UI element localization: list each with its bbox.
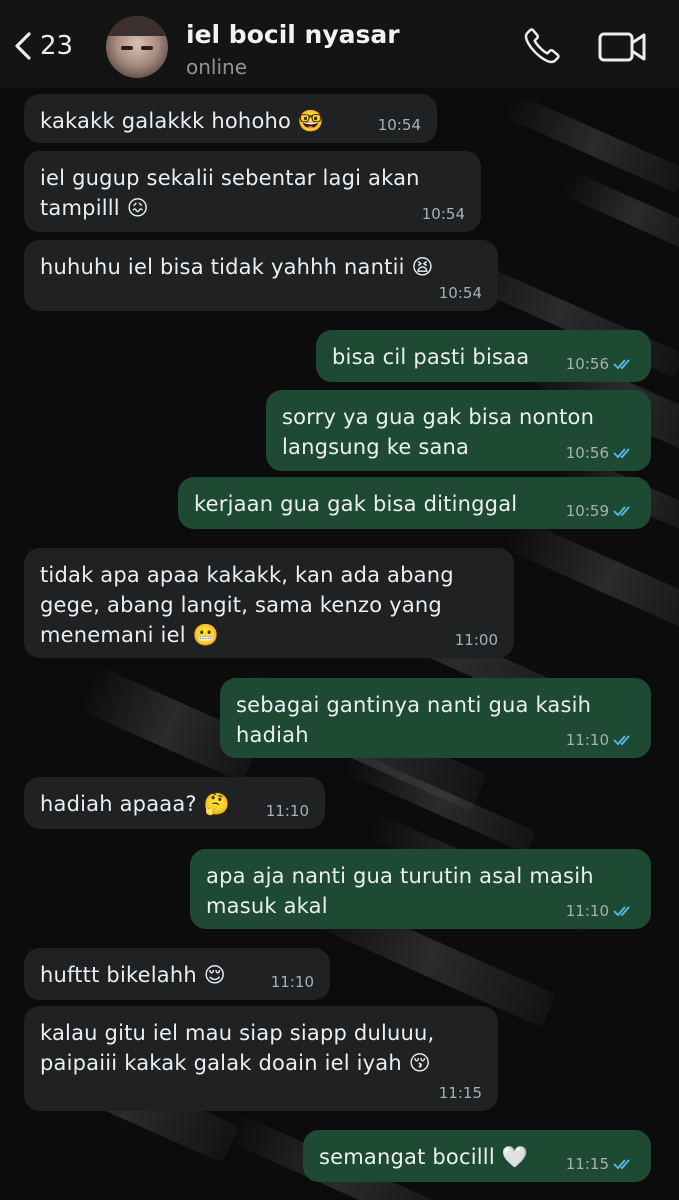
double-check-icon [613, 1159, 630, 1170]
message-text: kakakk galakkk hohoho 🤓 [40, 109, 325, 133]
message-bubble-incoming[interactable]: huhuhu iel bisa tidak yahhh nantii 😫 10:… [24, 240, 498, 311]
voice-call-button[interactable] [522, 26, 562, 66]
message-bubble-outgoing[interactable]: apa aja nanti gua turutin asal masih mas… [190, 849, 651, 929]
message-bubble-incoming[interactable]: iel gugup sekalii sebentar lagi akan tam… [24, 151, 481, 232]
message-text: tidak apa apaa kakakk, kan ada abang geg… [40, 563, 454, 647]
phone-icon [524, 28, 560, 64]
message-time: 10:54 [377, 116, 421, 134]
message-time: 10:56 [565, 444, 609, 462]
message-text: huhuhu iel bisa tidak yahhh nantii 😫 [40, 255, 434, 279]
message-time: 10:59 [565, 502, 609, 520]
back-button[interactable]: 23 [14, 22, 73, 70]
chat-header: 23 iel bocil nyasar online [0, 0, 679, 88]
message-time: 11:15 [438, 1084, 482, 1102]
message-bubble-incoming[interactable]: kalau gitu iel mau siap siapp duluuu, pa… [24, 1006, 498, 1111]
message-time: 11:00 [454, 631, 498, 649]
message-time: 11:15 [565, 1155, 609, 1173]
contact-name[interactable]: iel bocil nyasar [186, 20, 400, 49]
contact-status: online [186, 55, 248, 79]
video-camera-icon [598, 32, 646, 62]
message-bubble-outgoing[interactable]: kerjaan gua gak bisa ditinggal 10:59 [178, 477, 651, 529]
message-time: 10:56 [565, 355, 609, 373]
message-bubble-incoming[interactable]: kakakk galakkk hohoho 🤓 10:54 [24, 94, 437, 143]
unread-count: 23 [40, 31, 74, 61]
message-bubble-outgoing[interactable]: semangat bocilll 🤍 11:15 [303, 1130, 651, 1182]
message-bubble-outgoing[interactable]: sebagai gantinya nanti gua kasih hadiah … [220, 678, 651, 758]
avatar[interactable] [106, 16, 168, 78]
video-call-button[interactable] [598, 30, 648, 64]
message-bubble-incoming[interactable]: hadiah apaaa? 🤔 11:10 [24, 777, 325, 829]
message-bubble-outgoing[interactable]: bisa cil pasti bisaa 10:56 [316, 330, 651, 382]
message-time: 11:10 [265, 802, 309, 820]
message-time: 11:10 [565, 731, 609, 749]
message-list: kakakk galakkk hohoho 🤓 10:54 iel gugup … [0, 0, 679, 1200]
chevron-left-icon [15, 32, 31, 60]
double-check-icon [613, 448, 630, 459]
message-text: iel gugup sekalii sebentar lagi akan tam… [40, 166, 420, 220]
message-time: 11:10 [565, 902, 609, 920]
double-check-icon [613, 359, 630, 370]
message-time: 10:54 [438, 284, 482, 302]
message-bubble-incoming[interactable]: tidak apa apaa kakakk, kan ada abang geg… [24, 548, 514, 658]
message-bubble-incoming[interactable]: hufttt bikelahh 😌 11:10 [24, 948, 330, 1000]
message-time: 11:10 [270, 973, 314, 991]
message-time: 10:54 [421, 205, 465, 223]
message-text: kalau gitu iel mau siap siapp duluuu, pa… [40, 1021, 435, 1075]
double-check-icon [613, 506, 630, 517]
double-check-icon [613, 735, 630, 746]
double-check-icon [613, 906, 630, 917]
message-bubble-outgoing[interactable]: sorry ya gua gak bisa nonton langsung ke… [266, 390, 651, 471]
